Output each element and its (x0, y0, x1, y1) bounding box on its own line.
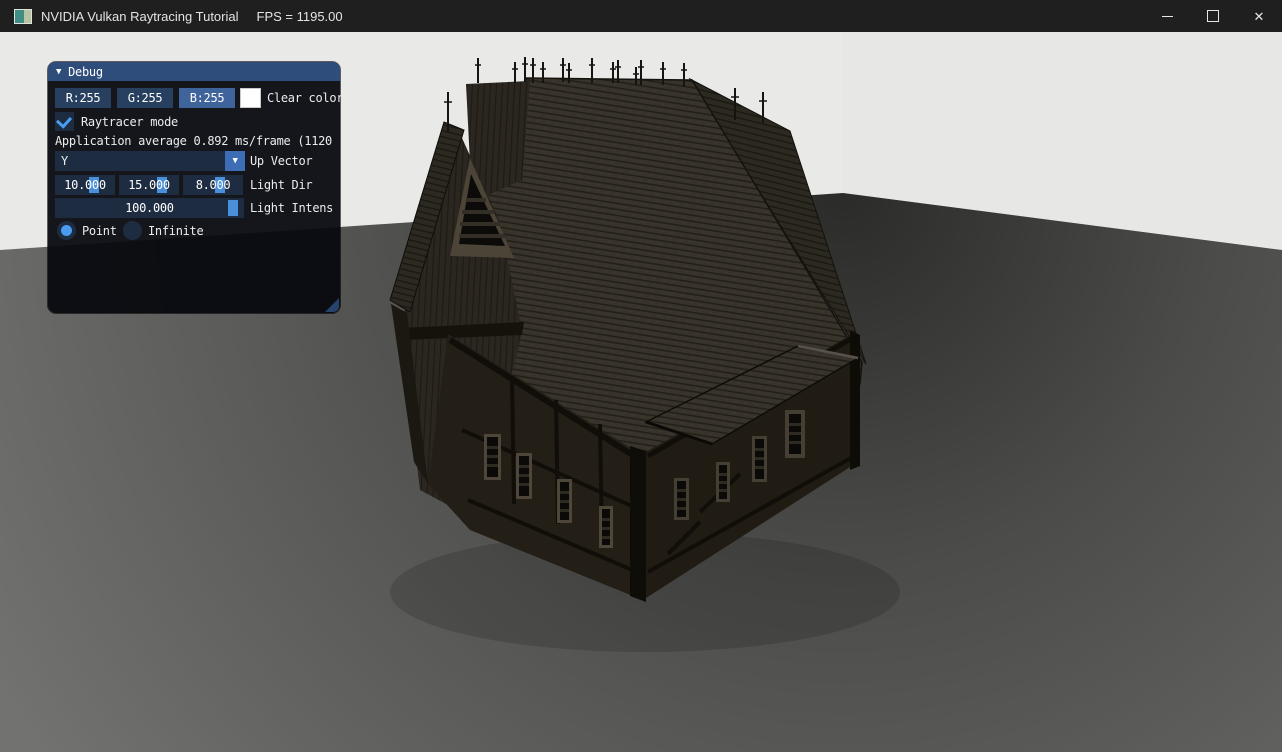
checkmark-icon (56, 112, 72, 128)
app-window-icon (14, 9, 32, 24)
collapse-arrow-icon[interactable]: ▼ (56, 67, 61, 77)
combo-arrow-button[interactable]: ▼ (225, 151, 245, 171)
frame-stats-text: Application average 0.892 ms/frame (1120 (55, 134, 333, 148)
close-button[interactable]: ✕ (1236, 0, 1282, 32)
chevron-down-icon: ▼ (232, 156, 237, 166)
light-type-point-label: Point (82, 224, 117, 238)
viewport-3d[interactable]: ▼ Debug R:255 G:255 B:255 Clear color Ra… (0, 32, 1282, 752)
green-value-button[interactable]: G:255 (117, 88, 173, 108)
up-vector-combo[interactable]: Y ▼ (55, 151, 245, 171)
debug-panel-titlebar[interactable]: ▼ Debug (48, 62, 340, 81)
light-type-point-radio[interactable] (57, 221, 76, 240)
minimize-icon (1162, 16, 1173, 17)
fps-counter: FPS = 1195.00 (257, 9, 343, 24)
minimize-button[interactable] (1144, 0, 1190, 32)
maximize-icon (1207, 10, 1219, 22)
light-type-infinite-radio[interactable] (123, 221, 142, 240)
light-dir-y-slider[interactable]: 15.000 (119, 175, 179, 195)
clear-color-label: Clear color (267, 91, 343, 105)
up-vector-value: Y (61, 154, 68, 168)
light-intensity-label: Light Intensi (250, 201, 334, 215)
debug-panel-title: Debug (68, 65, 103, 79)
light-dir-y-value: 15.000 (119, 178, 179, 192)
blue-value-button[interactable]: B:255 (179, 88, 235, 108)
debug-panel[interactable]: ▼ Debug R:255 G:255 B:255 Clear color Ra… (48, 62, 340, 313)
light-dir-x-value: 10.000 (55, 178, 115, 192)
close-icon: ✕ (1254, 10, 1265, 23)
light-type-infinite-label: Infinite (148, 224, 203, 238)
up-vector-label: Up Vector (250, 154, 312, 168)
light-dir-z-slider[interactable]: 8.000 (183, 175, 243, 195)
window-title: NVIDIA Vulkan Raytracing Tutorial (41, 9, 239, 24)
light-dir-z-value: 8.000 (183, 178, 243, 192)
resize-grip[interactable] (325, 298, 339, 312)
light-intensity-value: 100.000 (55, 201, 244, 215)
raytracer-mode-checkbox[interactable] (55, 112, 74, 131)
maximize-button[interactable] (1190, 0, 1236, 32)
window-titlebar[interactable]: NVIDIA Vulkan Raytracing Tutorial FPS = … (0, 0, 1282, 32)
clear-color-swatch[interactable] (240, 88, 261, 108)
red-value-button[interactable]: R:255 (55, 88, 111, 108)
light-dir-label: Light Dir (250, 178, 312, 192)
raytracer-mode-label: Raytracer mode (81, 115, 178, 129)
light-intensity-slider[interactable]: 100.000 (55, 198, 244, 218)
light-dir-x-slider[interactable]: 10.000 (55, 175, 115, 195)
